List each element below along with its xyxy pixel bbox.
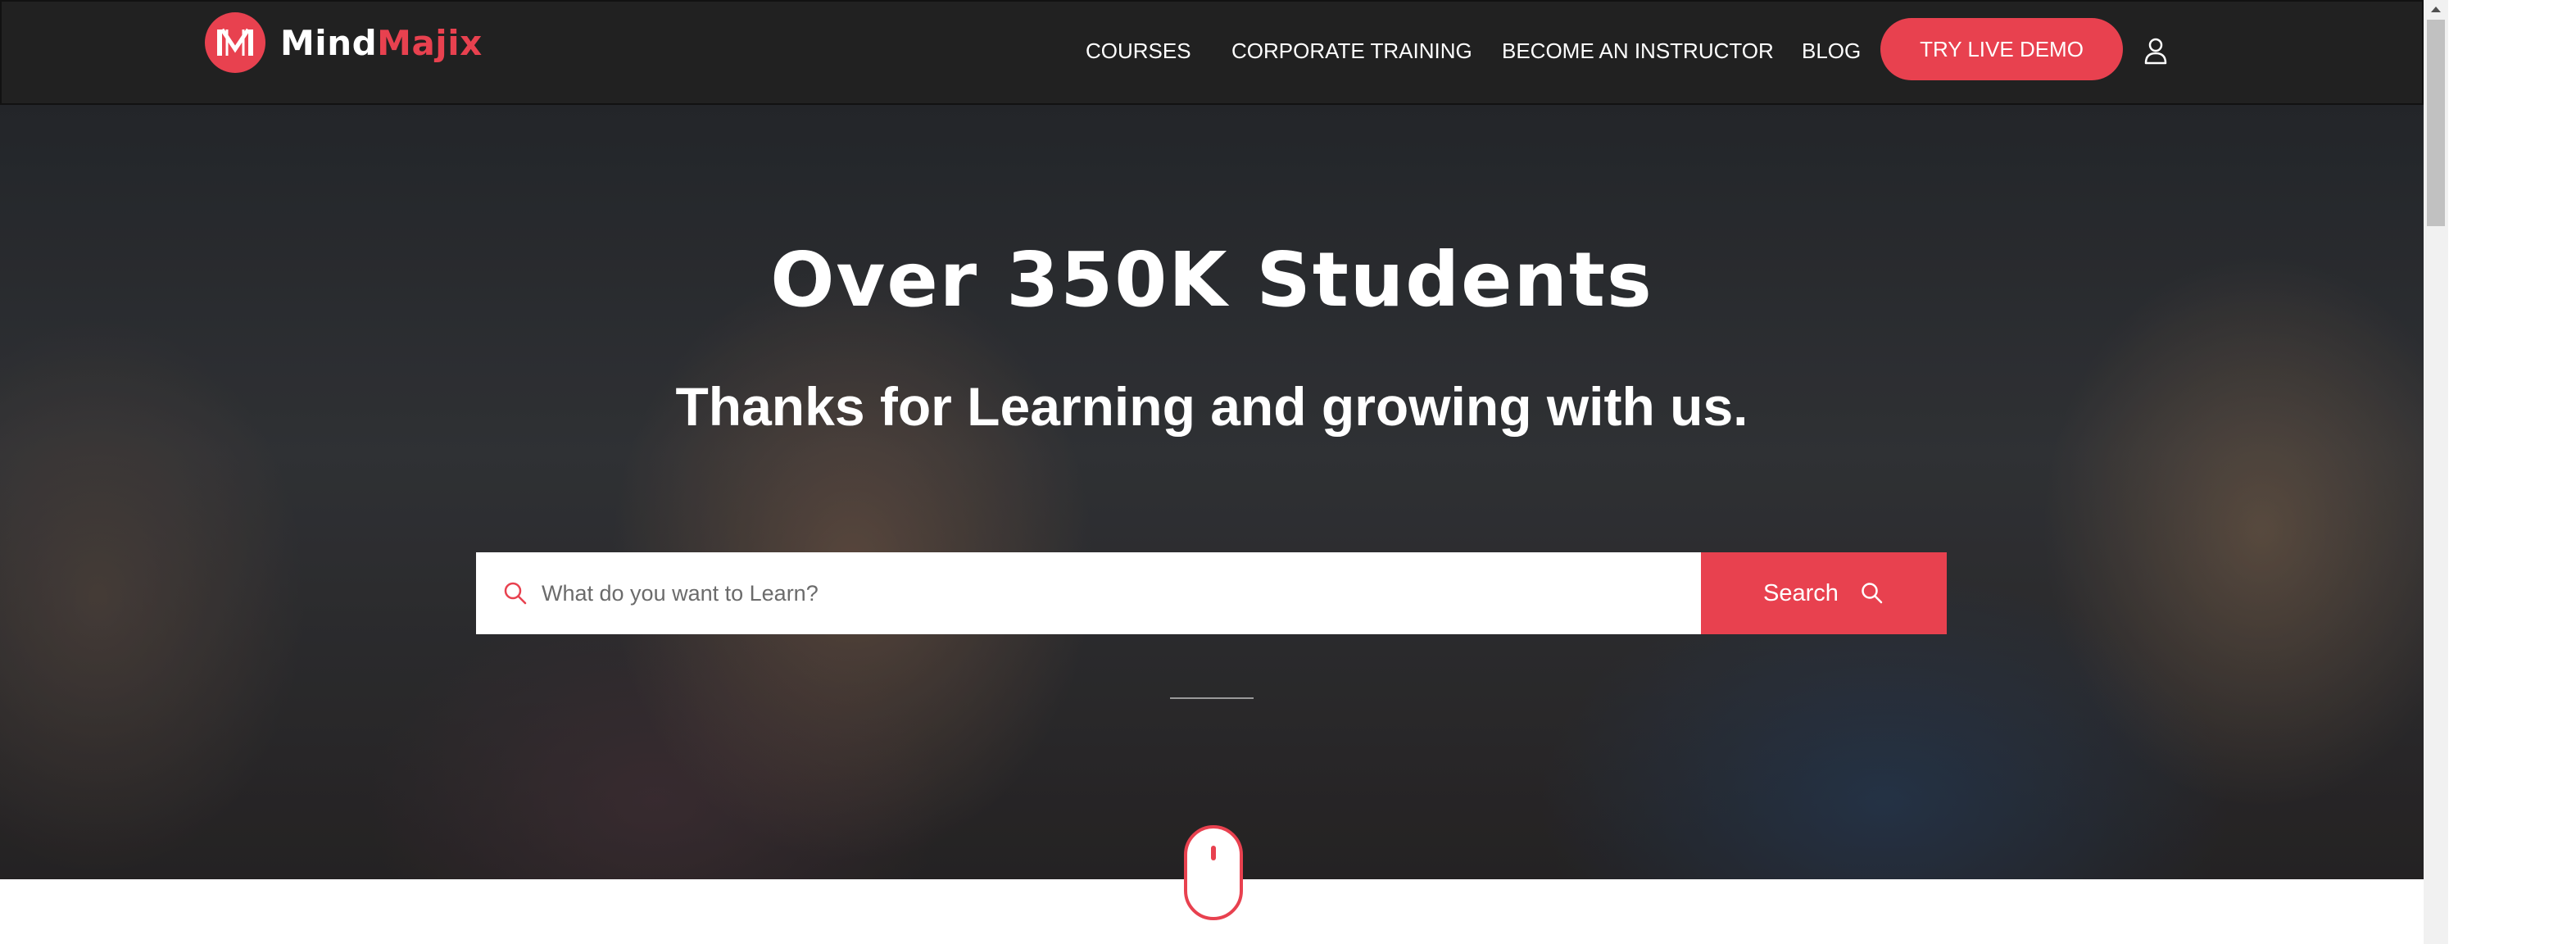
search-bar — [476, 552, 1702, 634]
scrollbar-thumb[interactable] — [2427, 20, 2445, 226]
nav-link-courses[interactable]: COURSES — [1086, 34, 1191, 67]
nav-link-become-instructor[interactable]: BECOME AN INSTRUCTOR — [1502, 34, 1774, 67]
hero-title: Over 350K Students — [770, 236, 1653, 324]
scroll-up-arrow-icon[interactable] — [2424, 0, 2448, 18]
mouse-scroll-icon[interactable] — [1183, 824, 1244, 921]
hero-subtitle: Thanks for Learning and growing with us. — [675, 376, 1748, 437]
user-icon[interactable] — [2143, 36, 2169, 66]
search-input[interactable] — [542, 552, 1680, 634]
brand-logo[interactable]: MindMajix — [205, 11, 483, 74]
hero-banner: Over 350K Students Thanks for Learning a… — [0, 105, 2424, 879]
nav-link-corporate-training[interactable]: CORPORATE TRAINING — [1231, 34, 1472, 67]
brand-name: MindMajix — [280, 22, 483, 63]
nav-link-blog[interactable]: BLOG — [1802, 34, 1861, 67]
search-button[interactable]: Search — [1701, 552, 1947, 634]
hero-background-overlay — [0, 105, 2424, 879]
logo-badge-icon — [205, 12, 265, 73]
search-button-label: Search — [1763, 579, 1839, 606]
page: MindMajix COURSES CORPORATE TRAINING BEC… — [0, 0, 2424, 944]
search-button-icon — [1860, 581, 1884, 606]
search-icon — [502, 580, 528, 606]
top-navbar: MindMajix COURSES CORPORATE TRAINING BEC… — [0, 0, 2424, 105]
try-live-demo-button[interactable]: TRY LIVE DEMO — [1880, 18, 2123, 80]
hero-divider — [1170, 697, 1254, 699]
